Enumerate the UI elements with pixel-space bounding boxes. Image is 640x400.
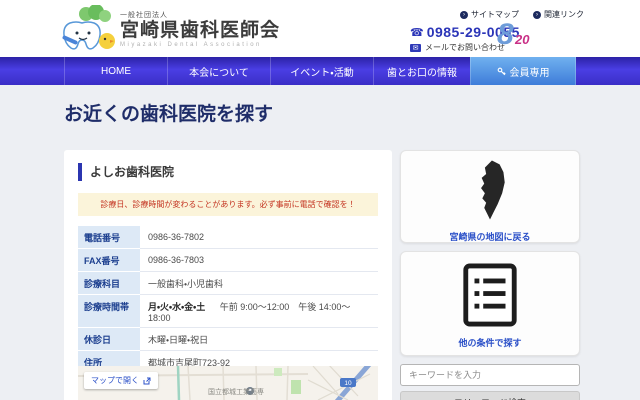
back-to-prefecture-map-card[interactable]: 宮崎県の地図に戻る — [400, 150, 580, 243]
nav-tab-members-only[interactable]: 会員専用 — [470, 57, 576, 85]
nav-label: 本会について — [189, 64, 249, 79]
row-value: 木曜・日曜・祝日 — [140, 328, 378, 351]
nav-label: イベント・活動 — [290, 64, 353, 79]
org-name: 宮崎県歯科医師会 — [120, 20, 280, 41]
clinic-detail-card: よしお歯科医院 診療日、診療時間が変わることがあります。必ず事前に電話で確認を！… — [64, 150, 392, 400]
main-nav: HOME 本会について イベント・活動 歯とお口の情報 会員専用 — [0, 57, 640, 85]
external-link-icon — [143, 377, 151, 385]
circle-arrow-icon: › — [460, 11, 468, 19]
page-title: お近くの歯科医院を探す — [64, 99, 273, 126]
route-shield-number: 10 — [344, 380, 352, 387]
phone-icon: ☎ — [410, 26, 424, 39]
row-value: 0986-36-7802 — [140, 226, 378, 249]
nav-tab-dental-info[interactable]: 歯とお口の情報 — [373, 57, 470, 85]
row-label: 診療時間帯 — [78, 295, 140, 328]
row-label: 診療科目 — [78, 272, 140, 295]
nav-tab-home[interactable]: HOME — [64, 57, 167, 85]
nav-tab-about[interactable]: 本会について — [167, 57, 270, 85]
logo-text: 一般社団法人 宮崎県歯科医師会 Miyazaki Dental Associat… — [120, 10, 280, 48]
nav-tab-events[interactable]: イベント・活動 — [270, 57, 373, 85]
mascot-icon — [60, 5, 116, 52]
table-row-hours: 診療時間帯 月・火・水・金・土 午前 9:00〜12:00 午後 14:00〜1… — [78, 295, 378, 328]
open-in-map-button[interactable]: マップで開く — [84, 372, 158, 389]
freeword-search-button[interactable]: フリーワード検索 — [400, 391, 580, 400]
other-conditions-label: 他の条件で探す — [401, 336, 579, 349]
open-in-map-label: マップで開く — [91, 375, 139, 386]
site-logo-link[interactable]: 一般社団法人 宮崎県歯科医師会 Miyazaki Dental Associat… — [60, 5, 280, 52]
related-links-label: 関連リンク — [544, 9, 584, 20]
page: 一般社団法人 宮崎県歯科医師会 Miyazaki Dental Associat… — [0, 0, 640, 400]
miyazaki-silhouette-icon — [467, 158, 513, 222]
table-row-fax: FAX番号 0986-36-7803 — [78, 249, 378, 272]
key-icon — [497, 67, 506, 76]
row-label: 休診日 — [78, 328, 140, 351]
mail-label: メールでお問い合わせ — [425, 42, 505, 53]
notice-banner: 診療日、診療時間が変わることがあります。必ず事前に電話で確認を！ — [78, 193, 378, 216]
8020-twenty: 20 — [515, 32, 529, 47]
nav-label: 会員専用 — [510, 64, 550, 79]
table-row-departments: 診療科目 一般歯科・小児歯科 — [78, 272, 378, 295]
table-row-closed: 休診日 木曜・日曜・祝日 — [78, 328, 378, 351]
keyword-input[interactable] — [400, 364, 580, 386]
row-value: 一般歯科・小児歯科 — [140, 272, 378, 295]
related-links-link[interactable]: › 関連リンク — [533, 9, 584, 20]
header-utility-links: › サイトマップ › 関連リンク — [460, 9, 584, 20]
back-to-map-label: 宮崎県の地図に戻る — [401, 230, 579, 243]
row-value: 月・火・水・金・土 午前 9:00〜12:00 午後 14:00〜18:00 — [140, 295, 378, 328]
clinic-name: よしお歯科医院 — [78, 163, 378, 181]
clinic-map[interactable]: 10 国立都城工業高専 マップで開く — [78, 366, 378, 400]
org-type: 一般社団法人 — [120, 10, 280, 20]
condition-list-icon — [459, 262, 521, 328]
site-header: 一般社団法人 宮崎県歯科医師会 Miyazaki Dental Associat… — [0, 0, 640, 57]
8020-eight: 8 — [497, 18, 514, 52]
nav-spacer — [0, 57, 64, 85]
nav-label: 歯とお口の情報 — [387, 64, 457, 79]
nav-label: HOME — [101, 66, 131, 77]
clinic-open-days: 月・火・水・金・土 — [148, 302, 205, 312]
circle-arrow-icon: › — [533, 11, 541, 19]
search-other-conditions-card[interactable]: 他の条件で探す — [400, 251, 580, 356]
row-value: 0986-36-7803 — [140, 249, 378, 272]
map-poi-label: 国立都城工業高専 — [208, 387, 264, 396]
mail-icon: ✉ — [410, 44, 421, 52]
table-row-phone: 電話番号 0986-36-7802 — [78, 226, 378, 249]
row-label: FAX番号 — [78, 249, 140, 272]
org-name-en: Miyazaki Dental Association — [120, 42, 280, 48]
8020-logo: 8 20 — [497, 22, 547, 52]
row-label: 電話番号 — [78, 226, 140, 249]
